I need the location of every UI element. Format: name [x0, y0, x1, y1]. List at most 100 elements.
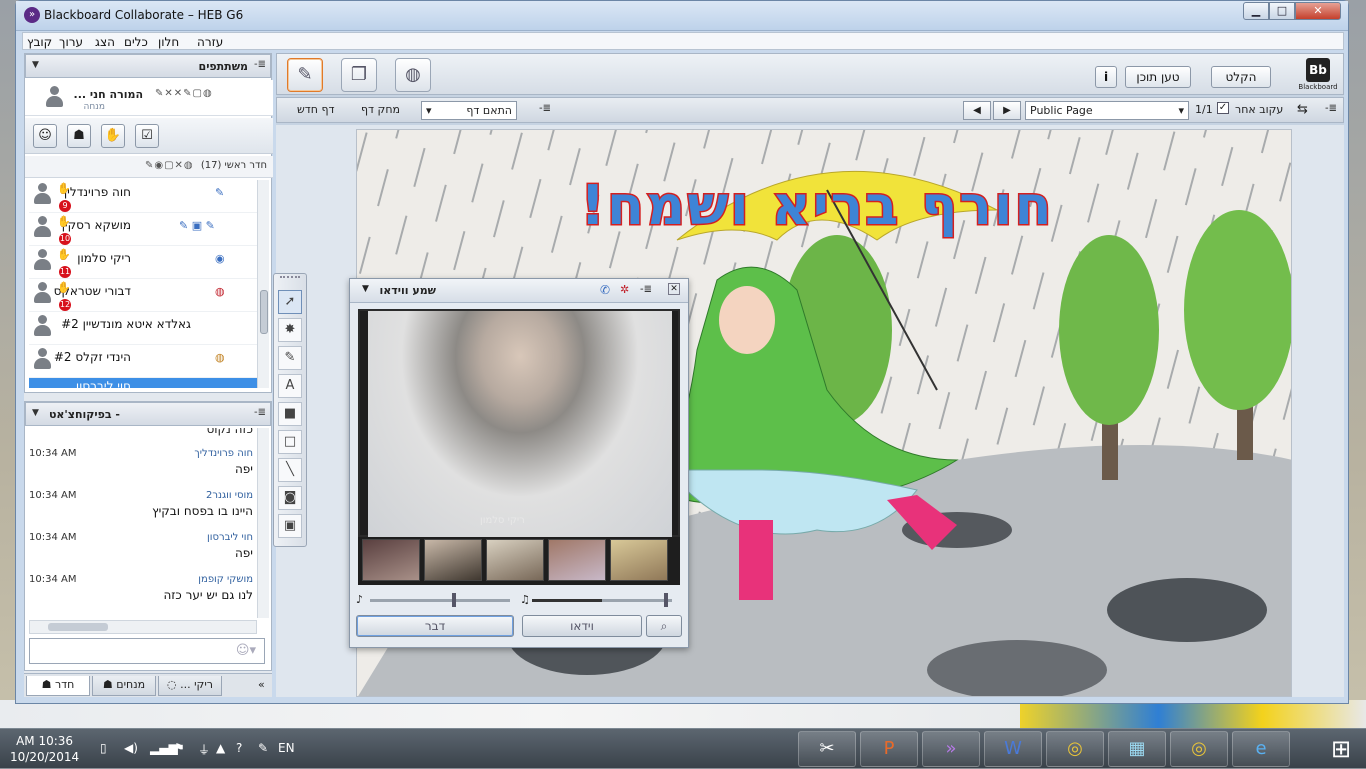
slider-thumb[interactable] [664, 593, 668, 607]
video-preview-icon[interactable]: ⌕ [646, 615, 682, 637]
close-button[interactable]: ✕ [1295, 2, 1341, 20]
menu-file[interactable]: קובץ [27, 35, 52, 49]
clock-date: 10/20/2014 [10, 750, 80, 764]
previous-page-button[interactable]: ◀ [963, 101, 991, 120]
toolbar-menu-icon[interactable]: -≣ [539, 103, 551, 114]
moderator-row[interactable]: ✎✕✕✎▢◍ המורה חני ... מנחה [25, 80, 273, 116]
phone-icon[interactable]: ✆ [600, 283, 610, 297]
video-button[interactable]: וידאו [522, 615, 642, 637]
panel-menu-icon[interactable]: -≣ [254, 59, 266, 70]
web-tour-mode-icon[interactable]: ◍ [395, 58, 431, 92]
menu-edit[interactable]: ערוך [59, 35, 83, 49]
emoticon-status-icon[interactable]: ☺ [33, 124, 57, 148]
clip-art-tool-icon[interactable]: ▣ [278, 514, 302, 538]
snipping-tool-taskbar-icon[interactable]: ✂ [798, 731, 856, 767]
slider-thumb[interactable] [452, 593, 456, 607]
chrome-taskbar-icon-2[interactable]: ◎ [1170, 731, 1228, 767]
participant-row[interactable]: חוה פרוינדליך ✋ 9 ✎ [29, 180, 257, 213]
room-tool-icons[interactable]: ✎◉▢✕◍ [145, 160, 194, 171]
info-button[interactable]: i [1095, 66, 1117, 88]
select-tool-icon[interactable]: ➚ [278, 290, 302, 314]
usb-icon[interactable]: ⏚ [198, 741, 210, 758]
menu-help[interactable]: עזרה [197, 35, 223, 49]
scroll-thumb[interactable] [48, 623, 108, 631]
action-center-flag-icon[interactable]: ⚑ [174, 741, 185, 755]
chat-scrollbar[interactable] [257, 428, 269, 618]
away-status-icon[interactable]: ☗ [67, 124, 91, 148]
participant-row-selected[interactable]: חוי ליברסון [29, 378, 257, 388]
screen-capture-tool-icon[interactable]: ◙ [278, 486, 302, 510]
delete-page-button[interactable]: מחק דף [361, 103, 400, 116]
swap-arrows-icon[interactable]: ⇆ [1297, 102, 1308, 117]
raise-hand-icon[interactable]: ✋ [101, 124, 125, 148]
menu-window[interactable]: חלון [158, 35, 179, 49]
chat-horizontal-scrollbar[interactable] [29, 620, 257, 634]
participant-row[interactable]: הינדי זקלס #2 ◍ [29, 345, 257, 378]
poll-response-icon[interactable]: ☑ [135, 124, 159, 148]
collapse-arrow-icon[interactable]: ▼ [362, 284, 369, 294]
tray-expand-icon[interactable]: ▲ [216, 741, 225, 755]
app-share-mode-icon[interactable]: ❐ [341, 58, 377, 92]
participant-row[interactable]: ריקי סלמון ✋ 11 ◉ [29, 246, 257, 279]
menu-tools[interactable]: כלים [124, 35, 148, 49]
clock[interactable]: AM 10:36 10/20/2014 [10, 733, 79, 765]
new-page-button[interactable]: דף חדש [297, 103, 335, 116]
video-thumbnail[interactable] [486, 539, 544, 581]
collapse-arrow-icon[interactable]: ▼ [32, 408, 39, 418]
video-thumbnail[interactable] [610, 539, 668, 581]
expand-tabs-icon[interactable]: « [258, 678, 265, 691]
speaker-volume-slider[interactable] [532, 599, 672, 602]
help-icon[interactable]: ? [236, 741, 242, 755]
powerpoint-taskbar-icon[interactable]: P [860, 731, 918, 767]
palette-grip[interactable] [280, 276, 300, 282]
scroll-thumb[interactable] [260, 290, 268, 334]
page-select[interactable]: Public Page ▾ [1025, 101, 1189, 120]
participant-row[interactable]: מושקא רסקין ✋ 10 ✎ ▣ ✎ [29, 213, 257, 246]
chat-input[interactable]: ☺▾ [29, 638, 265, 664]
tab-moderators[interactable]: מנחים ☗ [92, 676, 156, 696]
participant-row[interactable]: גאלדא איטא מונדשיין #2 [29, 312, 257, 345]
pen-tool-icon[interactable]: ✎ [278, 346, 302, 370]
video-thumbnail[interactable] [548, 539, 606, 581]
participant-list-scrollbar[interactable] [257, 180, 269, 388]
maximize-button[interactable]: □ [1269, 2, 1295, 20]
word-taskbar-icon[interactable]: W [984, 731, 1042, 767]
line-tool-icon[interactable]: ╲ [278, 458, 302, 482]
start-button-icon[interactable]: ⊞ [1318, 729, 1364, 769]
fit-page-select[interactable]: התאם דף ▾ [421, 101, 517, 120]
pointer-tool-icon[interactable]: ✸ [278, 318, 302, 342]
text-tool-icon[interactable]: A [278, 374, 302, 398]
ime-icon[interactable]: ✎ [258, 741, 268, 755]
panel-menu-icon[interactable]: -≣ [254, 407, 266, 418]
mic-volume-slider[interactable] [370, 599, 510, 602]
photo-viewer-taskbar-icon[interactable]: ▦ [1108, 731, 1166, 767]
load-content-button[interactable]: טען תוכן [1125, 66, 1191, 88]
collapse-arrow-icon[interactable]: ▼ [32, 60, 39, 70]
chrome-taskbar-icon[interactable]: ◎ [1046, 731, 1104, 767]
follow-checkbox[interactable]: ✓ [1217, 102, 1229, 114]
emoticon-icon[interactable]: ☺▾ [236, 643, 256, 658]
collaborate-taskbar-icon[interactable]: » [922, 731, 980, 767]
participant-row[interactable]: דבורי שטראקס ✋ 12 ◍ [29, 279, 257, 312]
video-thumbnail[interactable] [362, 539, 420, 581]
panel-menu-icon[interactable]: -≣ [640, 284, 652, 295]
internet-explorer-taskbar-icon[interactable]: e [1232, 731, 1290, 767]
close-icon[interactable]: ✕ [668, 283, 680, 295]
volume-icon[interactable]: ◀) [124, 741, 138, 755]
show-desktop-icon[interactable]: ▯ [100, 741, 107, 755]
tab-room[interactable]: חדר ☗ [26, 676, 90, 696]
menu-view[interactable]: הצג [95, 35, 115, 49]
moderator-permission-icons[interactable]: ✎✕✕✎▢◍ [155, 88, 213, 99]
video-thumbnail[interactable] [424, 539, 482, 581]
filled-rectangle-tool-icon[interactable]: ■ [278, 402, 302, 426]
language-indicator[interactable]: EN [278, 741, 295, 755]
whiteboard-mode-icon[interactable]: ✎ [287, 58, 323, 92]
next-page-button[interactable]: ▶ [993, 101, 1021, 120]
toolbar-menu-icon[interactable]: -≣ [1325, 103, 1337, 114]
rectangle-tool-icon[interactable]: □ [278, 430, 302, 454]
tab-private-chat[interactable]: ריקי ... ◌ [158, 676, 222, 696]
talk-button[interactable]: דבר [356, 615, 514, 637]
settings-icon[interactable]: ✲ [620, 283, 629, 296]
record-button[interactable]: הקלט [1211, 66, 1271, 88]
minimize-button[interactable]: ▁ [1243, 2, 1269, 20]
